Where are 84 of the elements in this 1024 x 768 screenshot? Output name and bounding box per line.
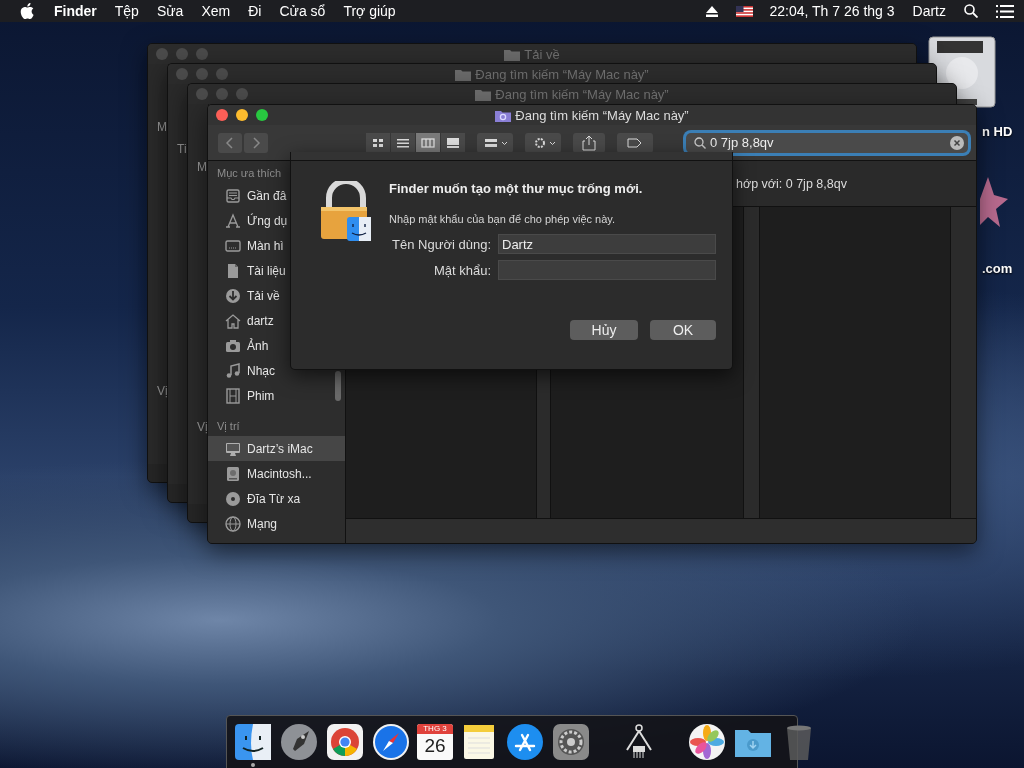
close-button[interactable] [216, 109, 228, 121]
search-scope-text: hớp với: 0 7jp 8,8qv [736, 176, 847, 191]
browser-icon[interactable] [325, 722, 365, 762]
zoom-button[interactable] [256, 109, 268, 121]
document-icon [225, 262, 241, 279]
music-note-icon [225, 362, 241, 379]
list-view-button[interactable] [391, 132, 415, 153]
sidebar-item[interactable]: Phim [208, 383, 345, 408]
tag-button[interactable] [617, 132, 653, 153]
menu-item[interactable]: Xem [201, 3, 231, 19]
folder-icon [495, 108, 512, 122]
computer-icon [225, 440, 241, 457]
search-icon[interactable] [964, 4, 978, 18]
list-icon[interactable] [996, 4, 1014, 18]
letter-a-icon [225, 212, 241, 229]
flag-icon[interactable] [736, 5, 754, 17]
sidebar-text: M [157, 120, 167, 134]
calendar-icon[interactable]: THG 3 26 [417, 724, 453, 760]
eject-icon[interactable] [706, 5, 719, 17]
film-icon [225, 387, 241, 404]
folder-icon [504, 47, 521, 61]
action-menu-button[interactable] [525, 132, 561, 153]
minimize-button[interactable] [236, 109, 248, 121]
app-store-icon[interactable] [505, 722, 545, 762]
icon-view-button[interactable] [366, 132, 390, 153]
calendar-month: THG 3 [417, 724, 453, 734]
field-label: Mật khẩu: [432, 262, 491, 278]
menu-item[interactable]: Trợ giúp [343, 3, 396, 19]
apple-icon[interactable] [20, 3, 34, 19]
search-icon [694, 136, 706, 149]
gallery-view-button[interactable] [441, 132, 465, 153]
password-field[interactable] [498, 260, 716, 280]
sidebar-item[interactable]: Đĩa Từ xa [208, 486, 345, 511]
gear-icon[interactable] [551, 722, 591, 762]
flower-icon[interactable] [687, 722, 727, 762]
hard-drive-icon [225, 465, 241, 482]
menu-item[interactable]: Cửa sổ [279, 3, 326, 19]
group-button[interactable] [477, 132, 513, 153]
compass-icon[interactable] [371, 722, 411, 762]
folder-icon [455, 67, 472, 81]
globe-icon [225, 515, 241, 532]
window-title: Đang tìm kiếm “Máy Mac này” [475, 66, 649, 82]
sidebar-item[interactable]: Mạng [208, 511, 345, 536]
dialog-button[interactable]: Hủy [570, 320, 638, 340]
window-title: Đang tìm kiếm “Máy Mac này” [515, 107, 689, 123]
icon-label: n HD [982, 124, 1013, 139]
clock[interactable]: 22:04, Th 7 26 thg 3 [769, 3, 895, 19]
dialog-title: Finder muốn tạo một thư mục trống mới. [389, 181, 644, 196]
dialog-button[interactable]: OK [650, 320, 716, 340]
dialog-message: Nhập mật khẩu của bạn để cho phép việc này. [389, 213, 617, 225]
lock-icon [319, 181, 373, 243]
sidebar-item[interactable]: Macintosh... [208, 461, 345, 486]
user-menu[interactable]: Dartz [912, 3, 946, 19]
sidebar-text: Vị [197, 420, 208, 434]
scrollbar-thumb[interactable] [335, 371, 341, 401]
calendar-day: 26 [424, 734, 446, 758]
folder-icon [475, 87, 492, 101]
sidebar-item[interactable]: Dartz’s iMac [208, 436, 345, 461]
finder-face-icon[interactable] [233, 722, 273, 762]
username-field[interactable]: Dartz [498, 234, 716, 254]
search-field[interactable]: 0 7jp 8,8qv [686, 132, 968, 153]
app-menu[interactable]: Finder [54, 3, 97, 19]
rocket-icon[interactable] [279, 722, 319, 762]
sidebar-text: M [197, 160, 207, 174]
tray-icon [225, 187, 241, 204]
camera-icon [225, 337, 241, 354]
clear-icon[interactable] [950, 135, 964, 150]
monitor-icon [225, 237, 241, 254]
menu-item[interactable]: Sửa [156, 3, 184, 19]
sidebar-text: Ti [177, 142, 187, 156]
menu-item[interactable]: Đi [248, 3, 262, 19]
menu-item[interactable]: Tệp [114, 3, 139, 19]
sidebar-heading: Vị trí [216, 419, 241, 434]
sidebar-text: Vị [157, 384, 168, 398]
download-icon [225, 287, 241, 304]
column-view-button[interactable] [416, 132, 440, 153]
disc-icon [225, 490, 241, 507]
window-title: Đang tìm kiếm “Máy Mac này” [495, 86, 669, 102]
icon-label: .com [982, 261, 1013, 276]
sidebar-heading: Mục ưa thích [216, 166, 283, 181]
house-icon [225, 312, 241, 329]
field-label: Tên Người dùng: [391, 236, 491, 252]
share-button[interactable] [573, 132, 605, 153]
window-title: Tải về [524, 46, 560, 62]
